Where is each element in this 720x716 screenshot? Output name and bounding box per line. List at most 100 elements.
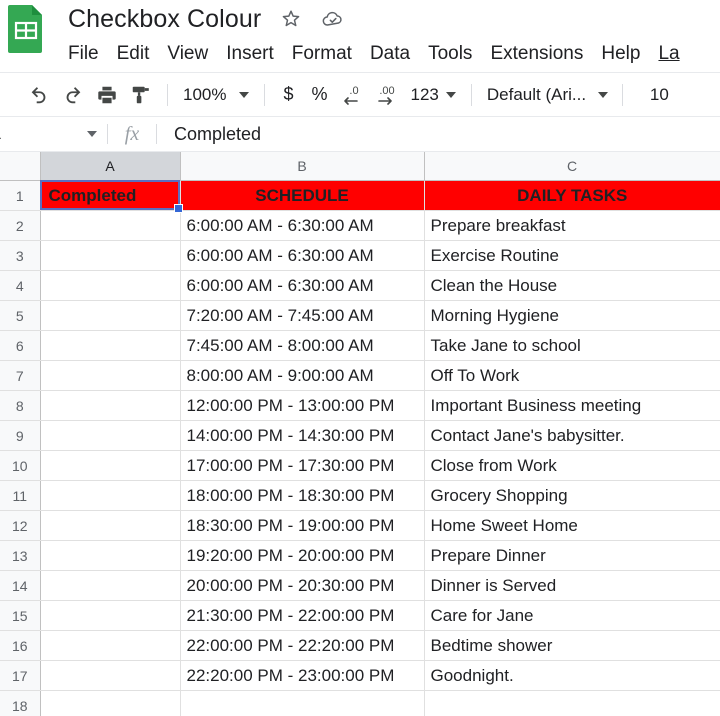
cell-B14[interactable]: 20:00:00 PM - 20:30:00 PM xyxy=(180,570,425,601)
cell-C12[interactable]: Home Sweet Home xyxy=(424,510,720,541)
row-header[interactable]: 2 xyxy=(0,210,41,241)
cell-A5[interactable] xyxy=(40,300,181,331)
star-outline-icon[interactable] xyxy=(279,7,303,31)
cell-A11[interactable] xyxy=(40,480,181,511)
cell-A15[interactable] xyxy=(40,600,181,631)
row-header[interactable]: 16 xyxy=(0,630,41,661)
name-box[interactable]: 1 xyxy=(0,124,107,144)
cell-C11[interactable]: Grocery Shopping xyxy=(424,480,720,511)
menu-item-insert[interactable]: Insert xyxy=(217,43,283,65)
cell-B4[interactable]: 6:00:00 AM - 6:30:00 AM xyxy=(180,270,425,301)
menu-item-tools[interactable]: Tools xyxy=(419,43,481,65)
cell-B11[interactable]: 18:00:00 PM - 18:30:00 PM xyxy=(180,480,425,511)
row-header[interactable]: 12 xyxy=(0,510,41,541)
cell-A7[interactable] xyxy=(40,360,181,391)
cell-C10[interactable]: Close from Work xyxy=(424,450,720,481)
page-title[interactable]: Checkbox Colour xyxy=(68,5,261,34)
cell-C8[interactable]: Important Business meeting xyxy=(424,390,720,421)
row-header[interactable]: 14 xyxy=(0,570,41,601)
cell-B17[interactable]: 22:20:00 PM - 23:00:00 PM xyxy=(180,660,425,691)
row-header[interactable]: 1 xyxy=(0,180,41,211)
formula-input[interactable]: Completed xyxy=(157,124,720,145)
row-header[interactable]: 5 xyxy=(0,300,41,331)
row-header[interactable]: 15 xyxy=(0,600,41,631)
cell-B2[interactable]: 6:00:00 AM - 6:30:00 AM xyxy=(180,210,425,241)
row-header[interactable]: 8 xyxy=(0,390,41,421)
row-header[interactable]: 11 xyxy=(0,480,41,511)
cell-A14[interactable] xyxy=(40,570,181,601)
cell-B10[interactable]: 17:00:00 PM - 17:30:00 PM xyxy=(180,450,425,481)
cell-B13[interactable]: 19:20:00 PM - 20:00:00 PM xyxy=(180,540,425,571)
menu-item-data[interactable]: Data xyxy=(361,43,419,65)
cell-A18[interactable] xyxy=(40,690,181,716)
cell-C13[interactable]: Prepare Dinner xyxy=(424,540,720,571)
cell-B18[interactable] xyxy=(180,690,425,716)
cell-B16[interactable]: 22:00:00 PM - 22:20:00 PM xyxy=(180,630,425,661)
cell-C7[interactable]: Off To Work xyxy=(424,360,720,391)
menu-item-file[interactable]: File xyxy=(68,43,108,65)
cell-A8[interactable] xyxy=(40,390,181,421)
font-size-input[interactable]: 10 xyxy=(632,85,669,105)
cell-C9[interactable]: Contact Jane's babysitter. xyxy=(424,420,720,451)
cell-B6[interactable]: 7:45:00 AM - 8:00:00 AM xyxy=(180,330,425,361)
cell-A2[interactable] xyxy=(40,210,181,241)
cell-B8[interactable]: 12:00:00 PM - 13:00:00 PM xyxy=(180,390,425,421)
cell-b1[interactable]: SCHEDULE xyxy=(180,180,425,211)
row-header[interactable]: 9 xyxy=(0,420,41,451)
row-header[interactable]: 4 xyxy=(0,270,41,301)
cell-C2[interactable]: Prepare breakfast xyxy=(424,210,720,241)
cell-B3[interactable]: 6:00:00 AM - 6:30:00 AM xyxy=(180,240,425,271)
currency-format-button[interactable]: $ xyxy=(274,84,302,105)
cloud-saved-icon[interactable] xyxy=(321,7,345,31)
decrease-decimal-button[interactable]: .0 xyxy=(337,78,371,112)
cell-c1[interactable]: DAILY TASKS xyxy=(424,180,720,211)
row-header[interactable]: 13 xyxy=(0,540,41,571)
cell-A17[interactable] xyxy=(40,660,181,691)
cell-C6[interactable]: Take Jane to school xyxy=(424,330,720,361)
cell-B7[interactable]: 8:00:00 AM - 9:00:00 AM xyxy=(180,360,425,391)
paint-format-icon[interactable] xyxy=(124,78,158,112)
menu-item-help[interactable]: Help xyxy=(592,43,649,65)
number-format-selector[interactable]: 123 xyxy=(405,85,462,105)
cell-A4[interactable] xyxy=(40,270,181,301)
cell-a1[interactable]: Completed xyxy=(40,180,181,211)
row-header[interactable]: 17 xyxy=(0,660,41,691)
cell-A12[interactable] xyxy=(40,510,181,541)
increase-decimal-button[interactable]: .00 xyxy=(371,78,405,112)
menu-item-edit[interactable]: Edit xyxy=(108,43,159,65)
undo-icon[interactable] xyxy=(22,78,56,112)
cell-C14[interactable]: Dinner is Served xyxy=(424,570,720,601)
row-header[interactable]: 3 xyxy=(0,240,41,271)
column-header-c[interactable]: C xyxy=(424,152,720,181)
select-all-corner[interactable] xyxy=(0,152,41,181)
cell-A10[interactable] xyxy=(40,450,181,481)
cell-C18[interactable] xyxy=(424,690,720,716)
menu-item-view[interactable]: View xyxy=(158,43,217,65)
cell-C5[interactable]: Morning Hygiene xyxy=(424,300,720,331)
cell-C17[interactable]: Goodnight. xyxy=(424,660,720,691)
menu-item-format[interactable]: Format xyxy=(283,43,361,65)
zoom-selector[interactable]: 100% xyxy=(177,85,255,105)
cell-C16[interactable]: Bedtime shower xyxy=(424,630,720,661)
last-edit-label[interactable]: La xyxy=(649,43,679,65)
cell-B5[interactable]: 7:20:00 AM - 7:45:00 AM xyxy=(180,300,425,331)
font-family-selector[interactable]: Default (Ari... xyxy=(481,85,613,105)
redo-icon[interactable] xyxy=(56,78,90,112)
cell-B12[interactable]: 18:30:00 PM - 19:00:00 PM xyxy=(180,510,425,541)
cell-A6[interactable] xyxy=(40,330,181,361)
cell-B15[interactable]: 21:30:00 PM - 22:00:00 PM xyxy=(180,600,425,631)
cell-C4[interactable]: Clean the House xyxy=(424,270,720,301)
cell-A9[interactable] xyxy=(40,420,181,451)
cell-B9[interactable]: 14:00:00 PM - 14:30:00 PM xyxy=(180,420,425,451)
cell-C3[interactable]: Exercise Routine xyxy=(424,240,720,271)
cell-A16[interactable] xyxy=(40,630,181,661)
cell-A13[interactable] xyxy=(40,540,181,571)
menu-item-extensions[interactable]: Extensions xyxy=(481,43,592,65)
row-header[interactable]: 18 xyxy=(0,690,41,716)
column-header-a[interactable]: A xyxy=(40,152,181,181)
percent-format-button[interactable]: % xyxy=(303,84,337,105)
cell-A3[interactable] xyxy=(40,240,181,271)
row-header[interactable]: 10 xyxy=(0,450,41,481)
column-header-b[interactable]: B xyxy=(180,152,425,181)
cell-C15[interactable]: Care for Jane xyxy=(424,600,720,631)
